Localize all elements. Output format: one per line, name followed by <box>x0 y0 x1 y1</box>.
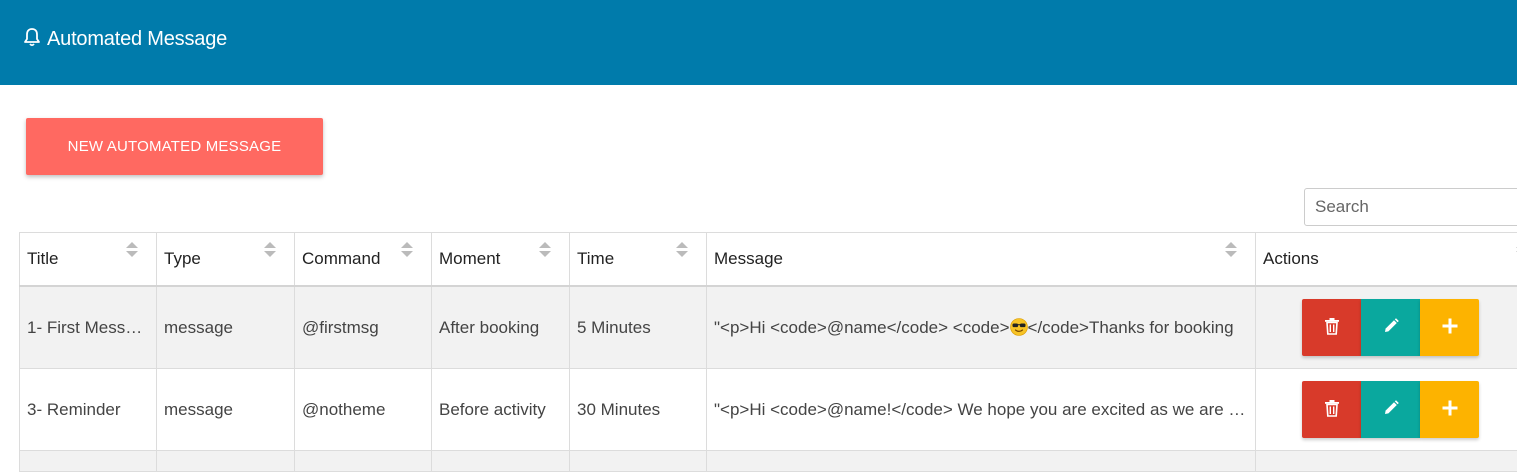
edit-button[interactable] <box>1361 381 1420 438</box>
table-row: 1- First Message message @firstmsg After… <box>20 286 1517 369</box>
cell-time: 30 Minutes <box>570 369 707 451</box>
cell-moment: After booking <box>432 286 570 369</box>
sunglasses-emoji-icon <box>1010 318 1028 336</box>
sort-icon <box>676 242 688 257</box>
cell-message: "<p>Hi <code>@name!</code> We hope you a… <box>707 369 1256 451</box>
sort-icon <box>126 242 138 257</box>
table-row: 3- Reminder message @notheme Before acti… <box>20 369 1517 451</box>
app-header: Automated Message <box>0 0 1517 85</box>
column-header-time[interactable]: Time <box>570 233 707 287</box>
table-header-row: Title Type Command Moment Time Message A… <box>20 233 1517 287</box>
edit-button[interactable] <box>1361 299 1420 356</box>
delete-button[interactable] <box>1302 381 1361 438</box>
automated-messages-table: Title Type Command Moment Time Message A… <box>19 232 1517 472</box>
column-header-actions[interactable]: Actions <box>1256 233 1517 287</box>
page-title: Automated Message <box>47 28 227 51</box>
cell-command: @notheme <box>295 369 432 451</box>
column-header-title[interactable]: Title <box>20 233 157 287</box>
sort-icon <box>539 242 551 257</box>
column-header-type[interactable]: Type <box>157 233 295 287</box>
column-header-command[interactable]: Command <box>295 233 432 287</box>
cell-type: message <box>157 369 295 451</box>
cell-message: "<p>Hi <code>@name</code> <code></code>T… <box>707 286 1256 369</box>
add-button[interactable] <box>1420 299 1479 356</box>
header-title-group: Automated Message <box>23 28 227 50</box>
sort-icon <box>1225 242 1237 257</box>
new-automated-message-button[interactable]: NEW AUTOMATED MESSAGE <box>26 118 323 175</box>
cell-type: message <box>157 286 295 369</box>
delete-button[interactable] <box>1302 299 1361 356</box>
table-row <box>20 451 1517 472</box>
cell-actions <box>1256 286 1517 369</box>
plus-icon <box>1441 317 1459 338</box>
row-actions <box>1302 381 1517 438</box>
column-header-moment[interactable]: Moment <box>432 233 570 287</box>
pencil-icon <box>1382 399 1400 420</box>
trash-icon <box>1324 399 1340 420</box>
sort-icon <box>401 242 413 257</box>
bell-icon <box>23 27 41 52</box>
cell-command: @firstmsg <box>295 286 432 369</box>
cell-actions <box>1256 369 1517 451</box>
cell-title: 3- Reminder <box>20 369 157 451</box>
trash-icon <box>1324 317 1340 338</box>
cell-title: 1- First Message <box>20 286 157 369</box>
plus-icon <box>1441 399 1459 420</box>
column-header-message[interactable]: Message <box>707 233 1256 287</box>
sort-icon <box>264 242 276 257</box>
row-actions <box>1302 299 1517 356</box>
cell-time: 5 Minutes <box>570 286 707 369</box>
search-input[interactable] <box>1304 188 1517 226</box>
cell-moment: Before activity <box>432 369 570 451</box>
add-button[interactable] <box>1420 381 1479 438</box>
pencil-icon <box>1382 317 1400 338</box>
